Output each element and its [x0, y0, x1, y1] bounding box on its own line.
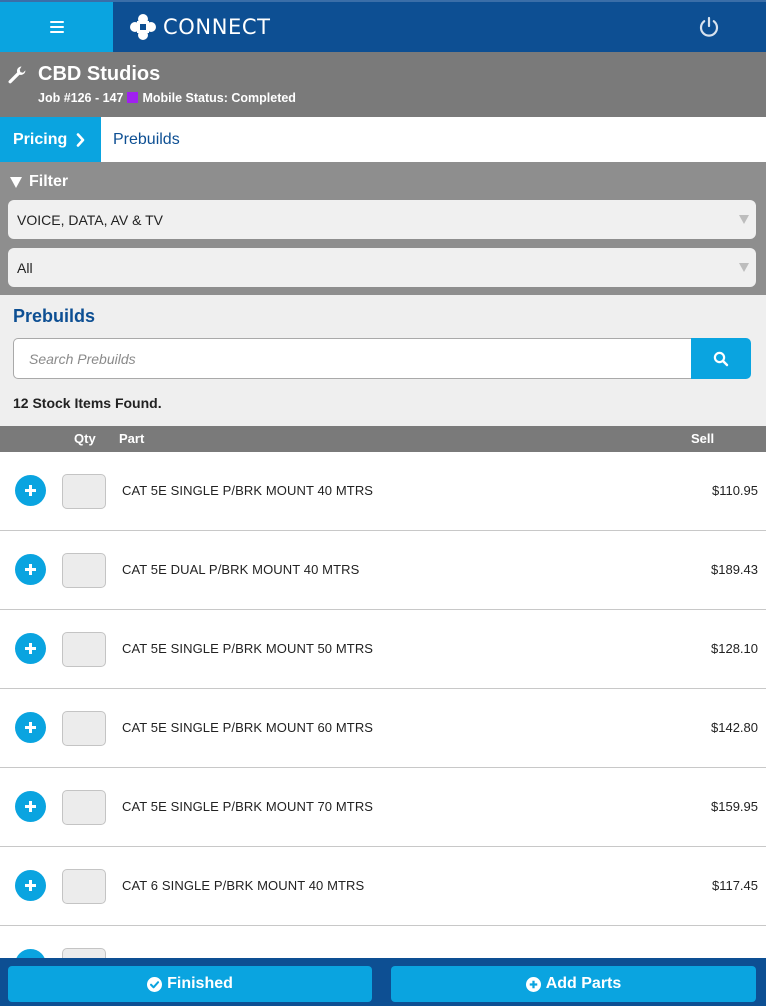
- top-nav-bar: CONNECT: [0, 0, 766, 52]
- sell-price: $142.80: [711, 720, 758, 735]
- add-parts-button-label: Add Parts: [545, 975, 622, 992]
- prebuilds-section: Prebuilds 12 Stock Items Found.: [0, 295, 766, 426]
- search-input[interactable]: [13, 338, 692, 379]
- wrench-icon: [8, 66, 26, 84]
- search-icon: [713, 351, 729, 366]
- add-item-button[interactable]: [15, 475, 46, 506]
- filter-panel: Filter VOICE, DATA, AV & TV All: [0, 162, 766, 295]
- quantity-input[interactable]: [62, 711, 106, 746]
- quantity-input[interactable]: [62, 790, 106, 825]
- dropdown-arrow-icon: [739, 263, 749, 272]
- sell-price: $117.45: [711, 878, 758, 893]
- category-select[interactable]: VOICE, DATA, AV & TV: [8, 200, 756, 239]
- breadcrumb-prebuilds[interactable]: Prebuilds: [113, 131, 180, 149]
- search-bar: [13, 338, 751, 379]
- filter-toggle[interactable]: Filter: [10, 173, 68, 191]
- add-item-button[interactable]: [15, 554, 46, 585]
- table-row: CAT 6 SINGLE P/BRK MOUNT 40 MTRS $117.45: [0, 847, 766, 926]
- section-title: Prebuilds: [13, 306, 96, 326]
- table-row: CAT 5E SINGLE P/BRK MOUNT 40 MTRS $110.9…: [0, 452, 766, 531]
- part-name: CAT 5E SINGLE P/BRK MOUNT 40 MTRS: [122, 483, 374, 498]
- sell-price: $128.10: [711, 641, 758, 656]
- filter-label: Filter: [29, 173, 69, 190]
- breadcrumb: Pricing Prebuilds: [0, 117, 766, 162]
- column-header-sell: Sell: [691, 431, 715, 446]
- finished-button-label: Finished: [167, 975, 233, 992]
- part-name: CAT 5E SINGLE P/BRK MOUNT 50 MTRS: [122, 641, 374, 656]
- chevron-right-icon: [76, 132, 85, 147]
- add-item-button[interactable]: [15, 791, 46, 822]
- part-name: CAT 5E DUAL P/BRK MOUNT 40 MTRS: [122, 562, 360, 577]
- mobile-status: Mobile Status: Completed: [142, 91, 296, 105]
- table-row: CAT 5E DUAL P/BRK MOUNT 40 MTRS $189.43: [0, 531, 766, 610]
- add-item-button[interactable]: [15, 712, 46, 743]
- sell-price: $110.95: [711, 483, 758, 498]
- column-header-part: Part: [119, 431, 145, 446]
- table-row: CAT 5E SINGLE P/BRK MOUNT 70 MTRS $159.9…: [0, 768, 766, 847]
- search-button[interactable]: [691, 338, 751, 379]
- menu-button[interactable]: [0, 2, 113, 52]
- power-icon[interactable]: [698, 16, 720, 38]
- prebuilds-list[interactable]: CAT 5E SINGLE P/BRK MOUNT 40 MTRS $110.9…: [0, 452, 766, 958]
- hamburger-icon: [49, 21, 64, 33]
- table-header: Qty Part Sell: [0, 426, 766, 452]
- brand-name: CONNECT: [163, 15, 271, 39]
- column-header-qty: Qty: [74, 431, 96, 446]
- check-circle-icon: [147, 976, 163, 992]
- finished-button[interactable]: Finished: [8, 966, 372, 1002]
- quantity-input[interactable]: [62, 632, 106, 667]
- add-item-button[interactable]: [15, 633, 46, 664]
- table-row: CAT 5E SINGLE P/BRK MOUNT 60 MTRS $142.8…: [0, 689, 766, 768]
- add-item-button[interactable]: [15, 870, 46, 901]
- job-header: CBD Studios Job #126 - 147 Mobile Status…: [0, 52, 766, 117]
- job-subtitle: Job #126 - 147 Mobile Status: Completed: [38, 91, 296, 105]
- part-name: CAT 6 SINGLE P/BRK MOUNT 40 MTRS: [122, 878, 365, 893]
- table-row: CAT 5E SINGLE P/BRK MOUNT 50 MTRS $128.1…: [0, 610, 766, 689]
- sell-price: $189.43: [711, 562, 758, 577]
- status-color-indicator: [127, 91, 139, 103]
- subcategory-select[interactable]: All: [8, 248, 756, 287]
- breadcrumb-pricing-label: Pricing: [13, 130, 68, 148]
- plus-circle-icon: [525, 976, 541, 992]
- breadcrumb-pricing[interactable]: Pricing: [0, 117, 101, 162]
- quantity-input[interactable]: [62, 948, 106, 958]
- footer-bar: Finished Add Parts: [0, 958, 766, 1006]
- category-select-value: VOICE, DATA, AV & TV: [17, 211, 164, 228]
- dropdown-arrow-icon: [739, 215, 749, 224]
- table-row: [0, 926, 766, 958]
- quantity-input[interactable]: [62, 474, 106, 509]
- part-name: CAT 5E SINGLE P/BRK MOUNT 70 MTRS: [122, 799, 374, 814]
- quantity-input[interactable]: [62, 869, 106, 904]
- job-number: Job #126 - 147: [38, 91, 124, 105]
- sell-price: $159.95: [711, 799, 758, 814]
- job-title: CBD Studios: [38, 63, 161, 85]
- add-parts-button[interactable]: Add Parts: [391, 966, 756, 1002]
- part-name: CAT 5E SINGLE P/BRK MOUNT 60 MTRS: [122, 720, 374, 735]
- add-item-button[interactable]: [15, 949, 46, 958]
- connect-logo-icon: [130, 14, 156, 40]
- subcategory-select-value: All: [17, 259, 33, 276]
- app-root: CONNECT CBD Studios Job #126 - 147 Mobil…: [0, 0, 766, 1006]
- quantity-input[interactable]: [62, 553, 106, 588]
- brand-logo: CONNECT: [128, 12, 271, 42]
- results-count: 12 Stock Items Found.: [13, 395, 162, 411]
- caret-down-icon: [10, 176, 22, 188]
